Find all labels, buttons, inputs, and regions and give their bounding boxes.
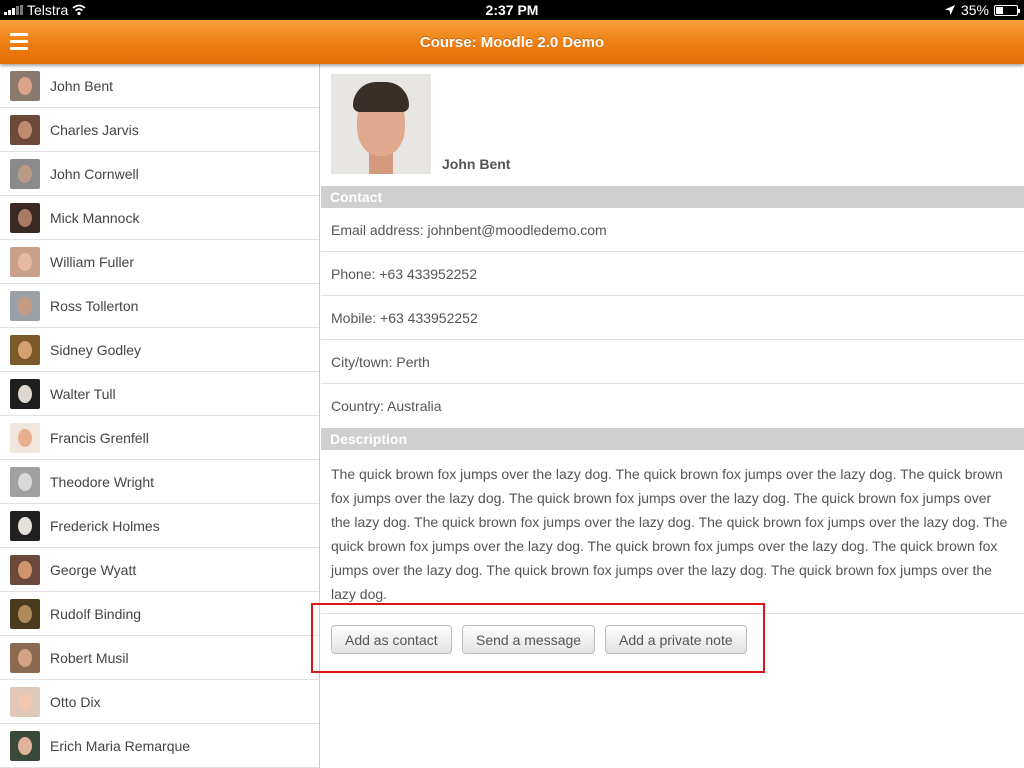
user-list-item[interactable]: Erich Maria Remarque — [0, 724, 319, 768]
user-list-item[interactable]: Ross Tollerton — [0, 284, 319, 328]
profile-name: John Bent — [442, 156, 511, 172]
battery-icon — [994, 4, 1020, 16]
user-list-item[interactable]: Walter Tull — [0, 372, 319, 416]
user-list-item[interactable]: John Cornwell — [0, 152, 319, 196]
battery-fill — [996, 6, 1003, 14]
status-bar: Telstra 2:37 PM 35% — [0, 0, 1024, 20]
user-list-item[interactable]: Frederick Holmes — [0, 504, 319, 548]
user-name: John Bent — [50, 77, 114, 94]
user-avatar — [10, 686, 40, 717]
contact-section: Email address: johnbent@moodledemo.com P… — [321, 208, 1024, 428]
participants-list: John Bent Charles Jarvis John Cornwell Mick… — [0, 64, 320, 768]
add-private-note-button[interactable]: Add a private note — [605, 625, 747, 654]
user-list-item[interactable]: Francis Grenfell — [0, 416, 319, 460]
user-name: William Fuller — [50, 253, 134, 270]
user-avatar — [10, 290, 40, 321]
status-time: 2:37 PM — [485, 2, 539, 18]
contact-city: City/town: Perth — [321, 340, 1024, 384]
profile-panel: John Bent Contact Email address: johnben… — [311, 64, 1024, 768]
user-name: Otto Dix — [50, 693, 101, 710]
contact-phone: Phone: +63 433952252 — [321, 252, 1024, 296]
description-section-header: Description — [321, 428, 1024, 450]
contact-mobile: Mobile: +63 433952252 — [321, 296, 1024, 340]
user-name: Theodore Wright — [50, 473, 155, 490]
page-title: Course: Moodle 2.0 Demo — [419, 34, 605, 51]
contact-section-header: Contact — [321, 186, 1024, 208]
user-list-item[interactable]: Theodore Wright — [0, 460, 319, 504]
user-list-item[interactable]: Sidney Godley — [0, 328, 319, 372]
user-name: George Wyatt — [50, 561, 137, 578]
user-name: Charles Jarvis — [50, 121, 139, 138]
user-name: Erich Maria Remarque — [50, 737, 191, 754]
user-avatar — [10, 158, 40, 189]
user-avatar — [10, 642, 40, 673]
user-avatar — [10, 378, 40, 409]
user-name: Frederick Holmes — [50, 517, 160, 534]
user-name: Sidney Godley — [50, 341, 142, 358]
location-arrow-icon — [944, 5, 955, 15]
user-avatar — [10, 554, 40, 585]
battery-percent: 35% — [960, 2, 989, 18]
user-name: Mick Mannock — [50, 209, 140, 226]
user-avatar — [10, 466, 40, 497]
user-list-item[interactable]: John Bent — [0, 64, 319, 108]
user-list-item[interactable]: George Wyatt — [0, 548, 319, 592]
user-list-item[interactable]: Mick Mannock — [0, 196, 319, 240]
user-avatar — [10, 70, 40, 101]
user-avatar — [10, 510, 40, 541]
user-avatar — [10, 730, 40, 761]
user-avatar — [10, 246, 40, 277]
user-name: Ross Tollerton — [50, 297, 139, 314]
profile-actions: Add as contact Send a message Add a priv… — [311, 603, 1024, 674]
user-avatar — [10, 202, 40, 233]
description-text: The quick brown fox jumps over the lazy … — [321, 450, 1024, 614]
user-list-item[interactable]: Otto Dix — [0, 680, 319, 724]
user-list-item[interactable]: Charles Jarvis — [0, 108, 319, 152]
user-name: Rudolf Binding — [50, 605, 142, 622]
send-message-button[interactable]: Send a message — [462, 625, 596, 654]
user-avatar — [10, 334, 40, 365]
user-name: Robert Musil — [50, 649, 129, 666]
profile-photo — [331, 74, 431, 174]
user-name: John Cornwell — [50, 165, 139, 182]
status-right: 35% — [944, 2, 1020, 18]
user-name: Francis Grenfell — [50, 429, 149, 446]
user-avatar — [10, 598, 40, 629]
contact-country: Country: Australia — [331, 398, 442, 414]
contact-email: Email address: johnbent@moodledemo.com — [321, 208, 1024, 252]
add-as-contact-button[interactable]: Add as contact — [331, 625, 452, 654]
user-name: Walter Tull — [50, 385, 116, 402]
user-list-item[interactable]: William Fuller — [0, 240, 319, 284]
app-header: Course: Moodle 2.0 Demo — [0, 20, 1024, 64]
user-avatar — [10, 114, 40, 145]
profile-header: John Bent — [321, 64, 1024, 186]
user-list-item[interactable]: Rudolf Binding — [0, 592, 319, 636]
user-list-item[interactable]: Robert Musil — [0, 636, 319, 680]
user-avatar — [10, 422, 40, 453]
